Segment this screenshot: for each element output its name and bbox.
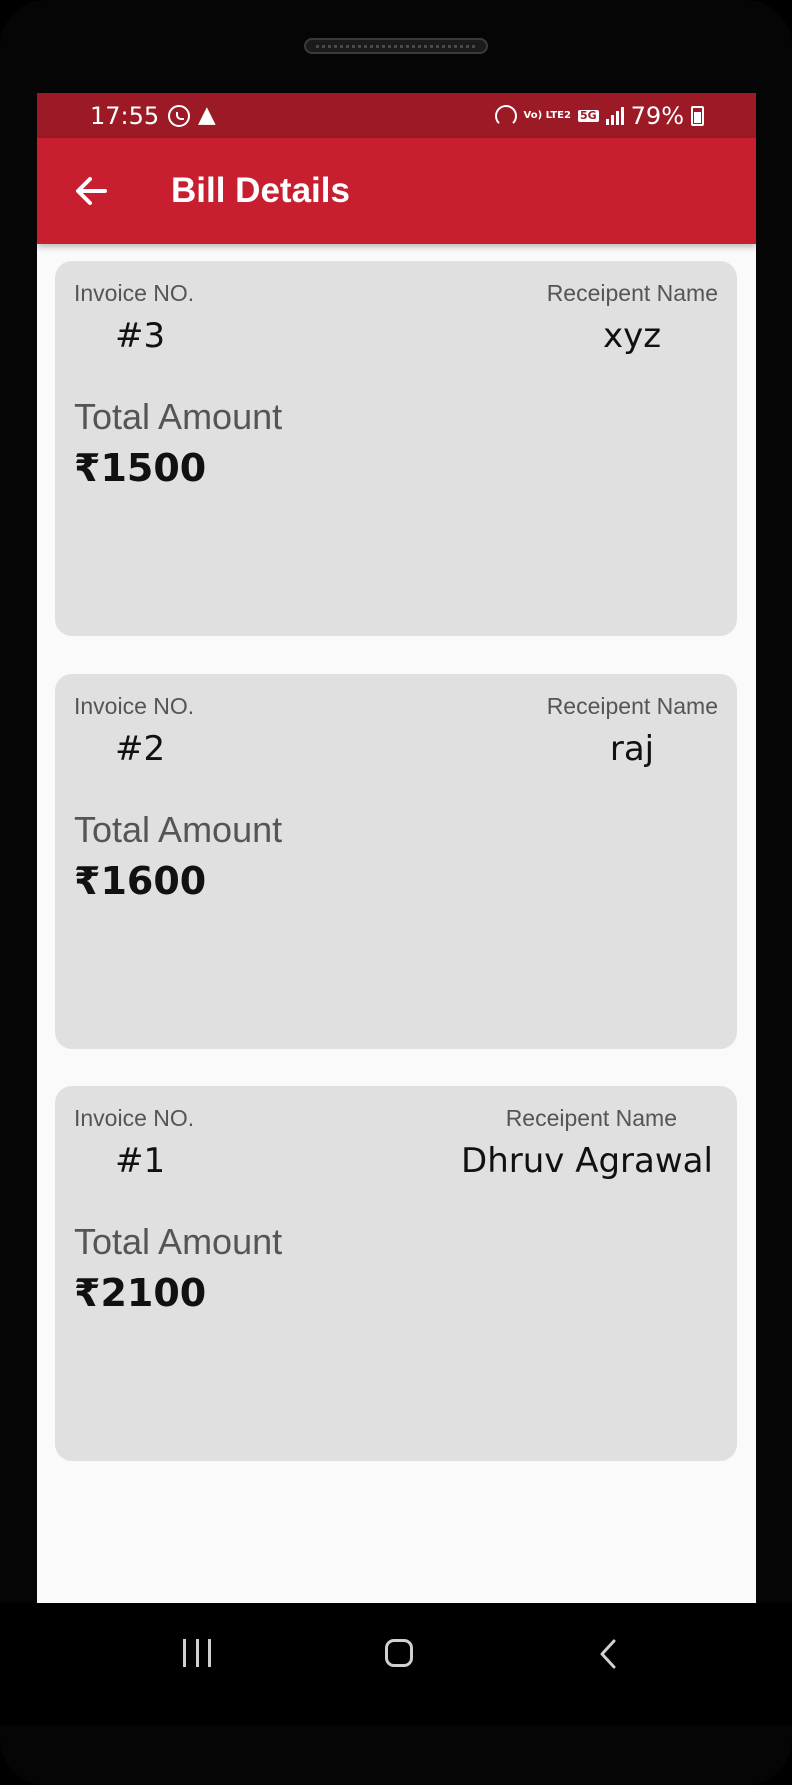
phone-frame: 17:55 ▲ Vo) LTE2 5G 79% Bill Details Inv… — [0, 0, 792, 1785]
hotspot-icon — [494, 105, 517, 127]
total-amount: ₹1600 — [74, 859, 207, 903]
invoice-number: #3 — [115, 316, 166, 356]
invoice-number: #1 — [115, 1141, 166, 1181]
invoice-number: #2 — [115, 729, 166, 769]
total-amount: ₹2100 — [74, 1271, 207, 1315]
recipient-label: Receipent Name — [546, 280, 718, 306]
total-amount-label: Total Amount — [74, 1221, 283, 1262]
whatsapp-icon — [168, 105, 190, 127]
app-bar: Bill Details — [37, 138, 756, 244]
status-time: 17:55 — [90, 102, 160, 130]
total-amount-label: Total Amount — [74, 396, 283, 437]
invoice-label: Invoice NO. — [74, 280, 195, 306]
bill-card[interactable]: Invoice NO. #2 Receipent Name raj Total … — [55, 674, 737, 1049]
bill-card[interactable]: Invoice NO. #1 Receipent Name Dhruv Agra… — [55, 1086, 737, 1461]
earpiece-speaker — [304, 38, 488, 54]
nav-back-icon[interactable] — [594, 1639, 622, 1669]
battery-percent: 79% — [630, 102, 684, 130]
recipient-label: Receipent Name — [546, 693, 718, 719]
network-type-icon: 5G — [577, 109, 599, 122]
status-bar: 17:55 ▲ Vo) LTE2 5G 79% — [37, 93, 756, 138]
page-title: Bill Details — [171, 171, 350, 210]
recents-icon[interactable] — [183, 1639, 211, 1667]
back-arrow-icon[interactable] — [71, 171, 111, 211]
recipient-name: xyz — [602, 316, 662, 356]
total-amount: ₹1500 — [74, 446, 207, 490]
navigation-bar — [0, 1603, 792, 1725]
invoice-label: Invoice NO. — [74, 1105, 195, 1131]
warning-icon: ▲ — [198, 102, 216, 128]
battery-icon — [691, 106, 704, 126]
signal-icon — [605, 107, 624, 125]
volte-icon: Vo) LTE2 — [523, 110, 571, 121]
screen: 17:55 ▲ Vo) LTE2 5G 79% Bill Details Inv… — [37, 93, 756, 1603]
bill-card[interactable]: Invoice NO. #3 Receipent Name xyz Total … — [55, 261, 737, 636]
invoice-label: Invoice NO. — [74, 693, 195, 719]
recipient-name: Dhruv Agrawal — [461, 1141, 713, 1181]
recipient-name: raj — [609, 729, 655, 769]
total-amount-label: Total Amount — [74, 809, 283, 850]
recipient-label: Receipent Name — [505, 1105, 677, 1131]
home-icon[interactable] — [385, 1639, 413, 1667]
status-icons: Vo) LTE2 5G 79% — [494, 102, 704, 130]
